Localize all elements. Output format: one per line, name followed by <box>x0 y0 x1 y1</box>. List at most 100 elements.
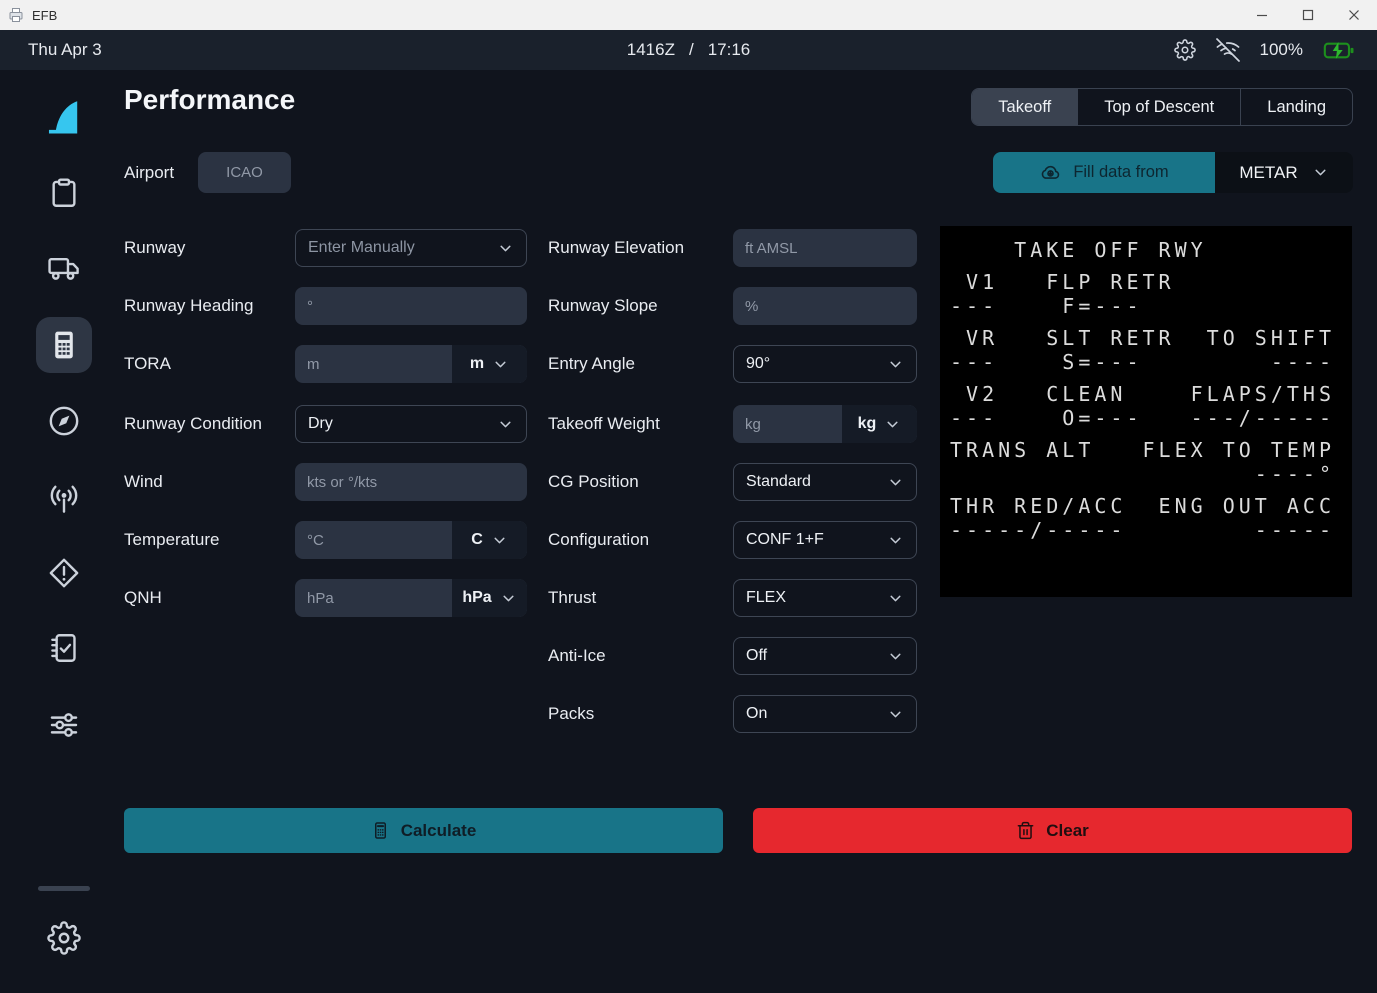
select-value: 90° <box>746 355 770 373</box>
runway-heading-field <box>295 287 527 325</box>
field-label-runway-slope: Runway Slope <box>548 296 733 316</box>
temperature-field: C <box>295 521 527 559</box>
tora-field: m <box>295 345 527 383</box>
compass-icon <box>47 404 81 438</box>
form-row-runway-slope: Runway Slope <box>548 287 917 325</box>
gear-icon <box>47 921 81 955</box>
mcdu-line-9: THR RED/ACC ENG OUT ACC <box>950 494 1352 518</box>
chevron-down-icon <box>500 590 517 607</box>
maximize-button[interactable] <box>1285 0 1331 30</box>
field-label-thrust: Thrust <box>548 588 733 608</box>
takeoff-weight-unit-select[interactable]: kg <box>842 405 917 443</box>
sidebar-item-radio[interactable] <box>44 480 84 520</box>
takeoff-weight-field: kg <box>733 405 917 443</box>
window-controls <box>1239 0 1377 30</box>
cg-position-select[interactable]: Standard <box>733 463 917 501</box>
form-column-right: Runway Elevation Runway Slope Entry Angle 9… <box>548 229 917 753</box>
battery-charging-icon <box>1323 40 1355 61</box>
tora-input[interactable] <box>307 356 440 373</box>
chevron-down-icon <box>887 474 904 491</box>
temperature-unit-select[interactable]: C <box>452 521 527 559</box>
select-value: On <box>746 705 767 723</box>
status-bar: Thu Apr 3 1416Z / 17:16 100% <box>0 30 1377 70</box>
chevron-down-icon <box>497 240 514 257</box>
gear-icon[interactable] <box>1174 39 1196 61</box>
runway-condition-select[interactable]: Dry <box>295 405 527 443</box>
form-row-runway-heading: Runway Heading <box>124 287 527 325</box>
field-label-entry-angle: Entry Angle <box>548 354 733 374</box>
warning-diamond-icon <box>47 556 81 590</box>
mcdu-display: TAKE OFF RWY V1 FLP RETR--- F=--- VR SLT… <box>940 226 1352 597</box>
clear-label: Clear <box>1046 821 1089 841</box>
form-row-configuration: ConfigurationCONF 1+F <box>548 521 917 559</box>
sidebar-item-hazards[interactable] <box>44 553 84 593</box>
mcdu-line-6: --- O=--- ---/----- <box>950 406 1352 430</box>
tab-group: TakeoffTop of DescentLanding <box>971 88 1353 126</box>
runway-select[interactable]: Enter Manually <box>295 229 527 267</box>
unit-value: hPa <box>462 589 491 607</box>
airport-icao-field <box>198 152 291 193</box>
runway-slope-input[interactable] <box>745 298 905 315</box>
chevron-down-icon <box>887 648 904 665</box>
qnh-field: hPa <box>295 579 527 617</box>
form-row-runway-condition: Runway ConditionDry <box>124 405 527 443</box>
airport-icao-input[interactable] <box>198 152 291 193</box>
sidebar-divider <box>38 886 90 891</box>
sidebar-item-flight-plan[interactable] <box>44 173 84 213</box>
sidebar-item-navigation[interactable] <box>44 401 84 441</box>
sidebar-item-checklist[interactable] <box>44 628 84 668</box>
select-value: FLEX <box>746 589 786 607</box>
calculate-button[interactable]: Calculate <box>124 808 723 853</box>
form-row-cg-position: CG PositionStandard <box>548 463 917 501</box>
unit-value: C <box>471 531 483 549</box>
wind-field <box>295 463 527 501</box>
sidebar-item-settings-sliders[interactable] <box>44 705 84 745</box>
tab-takeoff[interactable]: Takeoff <box>972 89 1077 125</box>
wifi-off-icon <box>1216 38 1240 62</box>
form-row-runway-elevation: Runway Elevation <box>548 229 917 267</box>
packs-select[interactable]: On <box>733 695 917 733</box>
form-row-qnh: QNHhPa <box>124 579 527 617</box>
clipboard-icon <box>47 176 81 210</box>
mcdu-line-0: TAKE OFF RWY <box>950 238 1352 262</box>
tora-unit-select[interactable]: m <box>452 345 527 383</box>
form-row-runway: RunwayEnter Manually <box>124 229 527 267</box>
wind-input[interactable] <box>307 474 515 491</box>
tab-landing[interactable]: Landing <box>1240 89 1352 125</box>
runway-elevation-input[interactable] <box>745 240 905 257</box>
field-label-wind: Wind <box>124 472 295 492</box>
mcdu-line-8: ----° <box>950 462 1352 486</box>
runway-heading-input[interactable] <box>307 298 515 315</box>
field-label-runway-elevation: Runway Elevation <box>548 238 733 258</box>
thrust-select[interactable]: FLEX <box>733 579 917 617</box>
form-row-packs: PacksOn <box>548 695 917 733</box>
qnh-unit-select[interactable]: hPa <box>452 579 527 617</box>
select-value: Dry <box>308 415 333 433</box>
mcdu-line-3: VR SLT RETR TO SHIFT <box>950 326 1352 350</box>
airline-logo <box>40 93 88 141</box>
close-button[interactable] <box>1331 0 1377 30</box>
form-row-temperature: TemperatureC <box>124 521 527 559</box>
truck-icon <box>47 251 81 285</box>
sidebar-item-performance-calculator[interactable] <box>44 325 84 365</box>
tab-top-of-descent[interactable]: Top of Descent <box>1077 89 1240 125</box>
clear-button[interactable]: Clear <box>753 808 1352 853</box>
select-value: Enter Manually <box>308 239 415 257</box>
anti-ice-select[interactable]: Off <box>733 637 917 675</box>
configuration-select[interactable]: CONF 1+F <box>733 521 917 559</box>
chevron-down-icon <box>1312 164 1329 181</box>
trash-icon <box>1016 821 1035 840</box>
chevron-down-icon <box>492 356 509 373</box>
field-label-takeoff-weight: Takeoff Weight <box>548 414 733 434</box>
qnh-input[interactable] <box>307 590 440 607</box>
fill-source-select[interactable]: METAR <box>1215 152 1353 193</box>
entry-angle-select[interactable]: 90° <box>733 345 917 383</box>
sidebar-item-ground-services[interactable] <box>44 248 84 288</box>
sidebar-item-settings[interactable] <box>44 918 84 958</box>
fill-data-button[interactable]: Fill data from <box>993 152 1215 193</box>
takeoff-weight-input[interactable] <box>745 416 830 433</box>
temperature-input[interactable] <box>307 532 440 549</box>
minimize-button[interactable] <box>1239 0 1285 30</box>
cloud-download-icon <box>1039 161 1062 184</box>
field-label-cg-position: CG Position <box>548 472 733 492</box>
